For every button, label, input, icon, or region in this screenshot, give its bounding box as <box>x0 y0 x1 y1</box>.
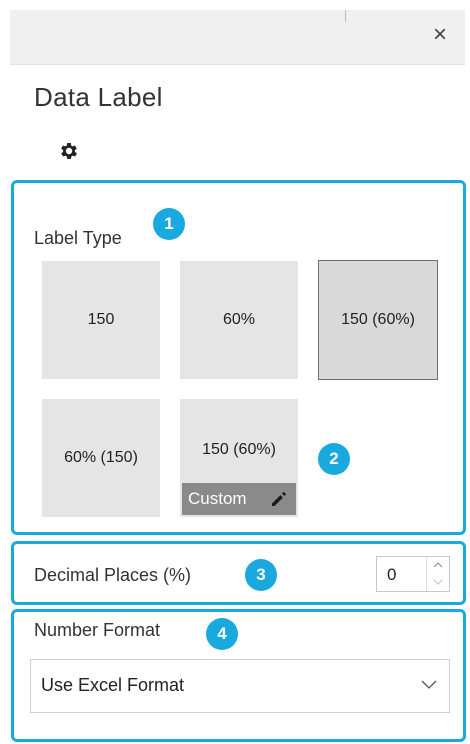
decimal-places-label: Decimal Places (%) <box>34 565 192 585</box>
gear-icon[interactable] <box>58 140 80 162</box>
number-format-dropdown[interactable]: Use Excel Format <box>30 659 450 713</box>
option-label: 60% (150) <box>64 449 138 466</box>
step-badge-1: 1 <box>153 208 185 240</box>
option-label: 60% <box>222 311 256 328</box>
page-title: Data Label <box>34 82 163 112</box>
spin-up-icon[interactable] <box>427 557 449 574</box>
close-icon[interactable]: × <box>429 23 451 47</box>
decimal-places-value[interactable]: 0 <box>387 565 396 585</box>
title-bar: × <box>10 10 465 65</box>
label-type-option-percent[interactable]: 60% <box>180 261 298 379</box>
label-type-option-value[interactable]: 150 <box>42 261 160 379</box>
step-badge-4: 4 <box>206 618 238 650</box>
number-format-value: Use Excel Format <box>41 675 185 695</box>
label-type-option-percent-value[interactable]: 60% (150) <box>42 399 160 517</box>
chevron-down-icon <box>421 680 437 689</box>
label-type-option-value-percent[interactable]: 150 (60%) <box>318 260 438 380</box>
divider <box>345 10 346 22</box>
stepper-arrows <box>426 557 449 591</box>
number-format-label: Number Format <box>34 620 161 640</box>
label-type-heading: Label Type <box>34 228 122 248</box>
custom-label: Custom <box>188 489 247 508</box>
step-badge-2: 2 <box>318 443 350 475</box>
custom-edit-bar[interactable]: Custom <box>182 483 296 515</box>
option-label: 150 (60%) <box>341 311 415 328</box>
step-badge-3: 3 <box>245 559 277 591</box>
pencil-icon <box>272 492 286 506</box>
option-label: 150 <box>87 311 115 328</box>
label-type-option-custom[interactable]: 150 (60%) Custom <box>180 399 298 517</box>
decimal-places-stepper[interactable]: 0 <box>376 556 450 592</box>
option-label: 150 (60%) <box>202 441 276 458</box>
spin-down-icon[interactable] <box>427 574 449 591</box>
